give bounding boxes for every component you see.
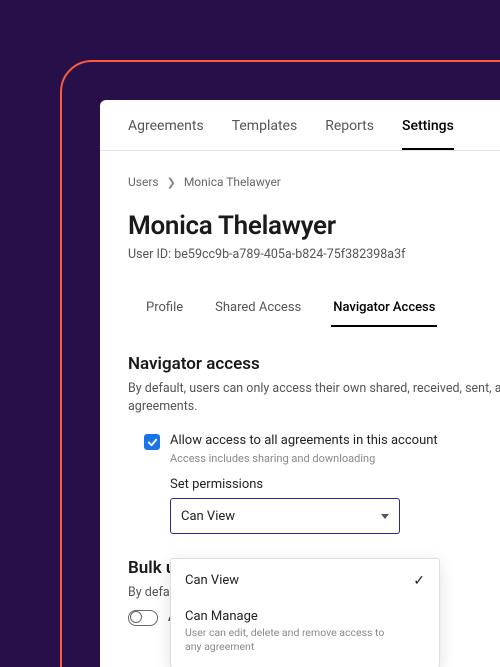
checkmark-icon: ✓: [413, 573, 425, 589]
user-id-value: be59cc9b-a789-405a-b824-75f382398a3f: [174, 247, 405, 262]
navigator-access-description: By default, users can only access their …: [128, 380, 500, 415]
primary-nav: Agreements Templates Reports Settings: [100, 100, 500, 151]
page-title: Monica Thelawyer: [128, 211, 500, 241]
allow-all-note: Access includes sharing and downloading: [170, 452, 500, 465]
allow-all-label: Allow access to all agreements in this a…: [170, 433, 438, 448]
option-label: Can View: [185, 573, 239, 588]
bulk-upload-toggle[interactable]: [128, 610, 158, 626]
allow-all-checkbox[interactable]: [144, 434, 160, 450]
tab-reports[interactable]: Reports: [325, 118, 374, 150]
option-label: Can Manage: [185, 609, 258, 624]
subtab-shared-access[interactable]: Shared Access: [213, 290, 303, 327]
user-id: User ID: be59cc9b-a789-405a-b824-75f3823…: [128, 247, 500, 262]
app-screen: Agreements Templates Reports Settings Us…: [100, 100, 500, 667]
chevron-right-icon: ❯: [167, 176, 176, 189]
permissions-dropdown: Can View ✓ Can Manage User can edit, del…: [170, 558, 440, 667]
tab-templates[interactable]: Templates: [232, 118, 298, 150]
permissions-label: Set permissions: [170, 477, 500, 492]
navigator-access-heading: Navigator access: [128, 354, 500, 374]
tab-settings[interactable]: Settings: [402, 118, 454, 150]
permissions-selected-value: Can View: [181, 509, 235, 524]
subtab-navigator-access[interactable]: Navigator Access: [331, 290, 437, 327]
tab-agreements[interactable]: Agreements: [128, 118, 204, 150]
permissions-option-can-view[interactable]: Can View ✓: [171, 563, 439, 599]
breadcrumb-current: Monica Thelawyer: [184, 175, 281, 189]
chevron-down-icon: [381, 514, 389, 519]
check-icon: [147, 437, 158, 448]
user-subtabs: Profile Shared Access Navigator Access: [144, 290, 500, 328]
permissions-select[interactable]: Can View: [170, 498, 400, 534]
breadcrumb-parent[interactable]: Users: [128, 175, 159, 189]
permissions-option-can-manage[interactable]: Can Manage User can edit, delete and rem…: [171, 599, 439, 663]
option-sublabel: User can edit, delete and remove access …: [185, 626, 385, 653]
breadcrumb: Users ❯ Monica Thelawyer: [128, 175, 500, 189]
user-id-label: User ID:: [128, 247, 171, 262]
subtab-profile[interactable]: Profile: [144, 290, 185, 327]
toggle-knob: [130, 611, 142, 623]
